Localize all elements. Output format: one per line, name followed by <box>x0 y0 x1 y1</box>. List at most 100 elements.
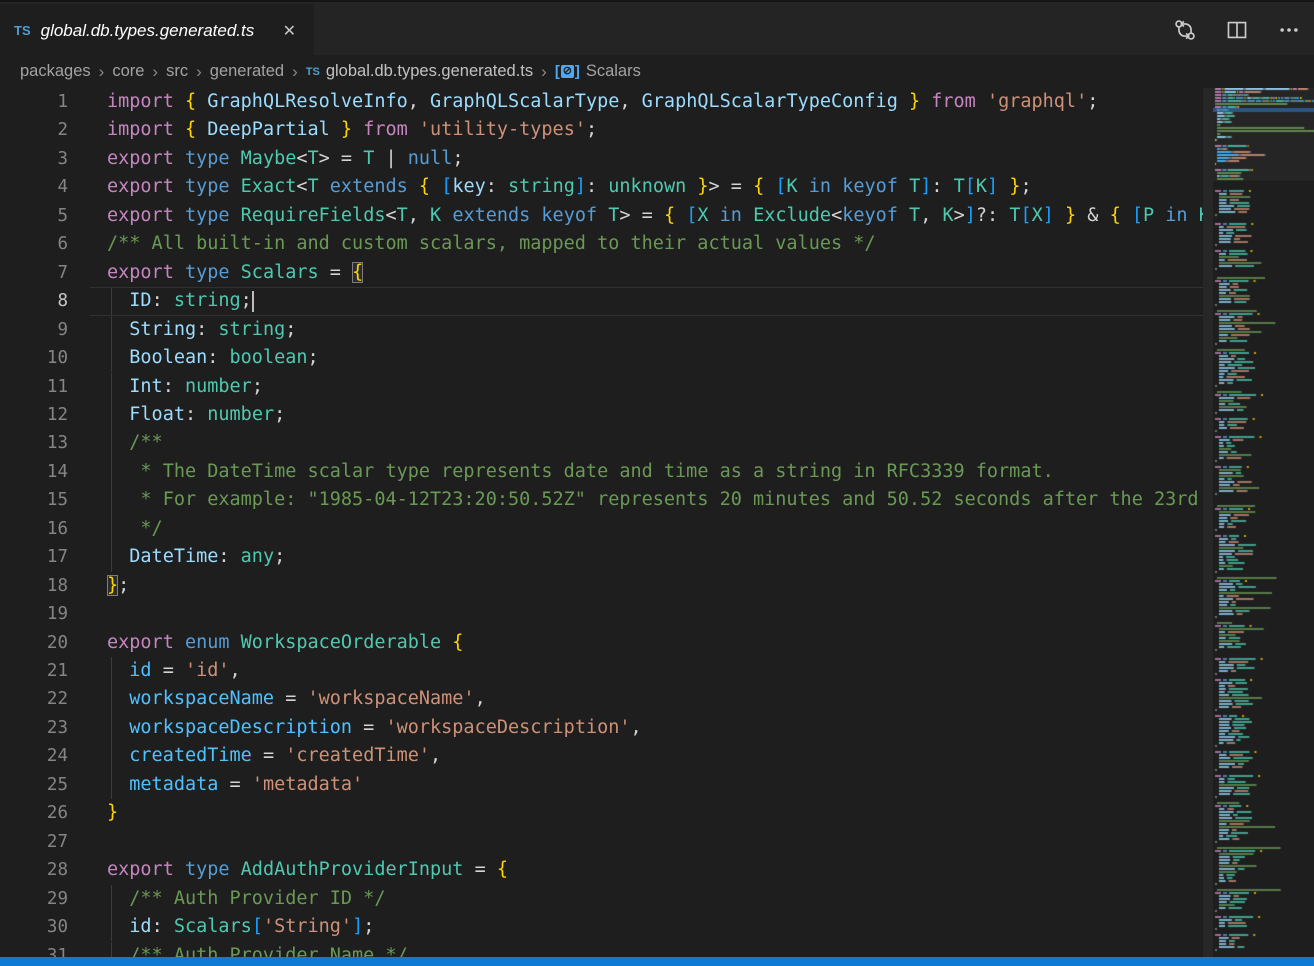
code-line-7[interactable]: export type Scalars = { <box>107 259 363 287</box>
token-enm: workspaceName <box>129 688 274 709</box>
token-typ: string <box>174 290 241 311</box>
more-actions-icon[interactable] <box>1278 19 1300 41</box>
editor-tab-global-db-types[interactable]: TS global.db.types.generated.ts ✕ <box>0 4 314 57</box>
token-var: id <box>129 916 151 937</box>
token-pun: : <box>486 176 508 197</box>
token-kw: import <box>107 91 174 112</box>
code-line-11[interactable]: Int: number; <box>107 373 263 401</box>
token-pun: , <box>230 660 241 681</box>
token-typ: K <box>942 205 953 226</box>
breadcrumb-item-packages[interactable]: packages <box>20 62 91 81</box>
code-line-26[interactable]: } <box>107 799 118 827</box>
code-line-10[interactable]: Boolean: boolean; <box>107 344 319 372</box>
code-area[interactable]: import { GraphQLResolveInfo, GraphQLScal… <box>0 88 1203 957</box>
token-var: GraphQLResolveInfo <box>207 91 407 112</box>
token-pun: < <box>385 205 396 226</box>
minimap[interactable] <box>1213 88 1314 957</box>
token-pun <box>107 461 129 482</box>
token-pun: ; <box>452 148 463 169</box>
token-b1: } <box>697 176 708 197</box>
code-line-15[interactable]: * For example: "1985-04-12T23:20:50.52Z"… <box>107 486 1203 514</box>
code-line-3[interactable]: export type Maybe<T> = T | null; <box>107 145 463 173</box>
token-typ: X <box>1032 205 1043 226</box>
token-pun <box>686 176 697 197</box>
token-pun <box>174 262 185 283</box>
typescript-file-icon: TS <box>14 23 31 38</box>
token-pun: ?: <box>976 205 1009 226</box>
token-pun <box>174 148 185 169</box>
code-line-25[interactable]: metadata = 'metadata' <box>107 771 363 799</box>
tab-title: global.db.types.generated.ts <box>41 21 255 41</box>
token-pun <box>174 205 185 226</box>
token-pun <box>430 176 441 197</box>
code-line-30[interactable]: id: Scalars['String']; <box>107 913 374 941</box>
code-line-13[interactable]: /** <box>107 429 163 457</box>
breadcrumb-item-generated[interactable]: generated <box>210 62 284 81</box>
token-pun <box>530 205 541 226</box>
code-line-28[interactable]: export type AddAuthProviderInput = { <box>107 856 508 884</box>
breadcrumb-separator: › <box>152 62 158 82</box>
horizontal-scrollbar[interactable] <box>0 957 1314 966</box>
token-pun: , <box>631 717 642 738</box>
token-pun: ; <box>274 404 285 425</box>
close-tab-icon[interactable]: ✕ <box>279 19 300 43</box>
token-b1: { <box>185 91 196 112</box>
token-str: 'String' <box>263 916 352 937</box>
code-line-18[interactable]: }; <box>107 572 129 600</box>
token-typ: T <box>308 148 319 169</box>
code-line-1[interactable]: import { GraphQLResolveInfo, GraphQLScal… <box>107 88 1098 116</box>
token-pun: < <box>296 148 307 169</box>
token-typ: number <box>207 404 274 425</box>
open-changes-icon[interactable] <box>1174 19 1196 41</box>
token-pun: : <box>185 404 207 425</box>
split-editor-icon[interactable] <box>1226 19 1248 41</box>
token-pun: > = <box>319 148 364 169</box>
breadcrumb-item-core[interactable]: core <box>112 62 144 81</box>
vertical-scrollbar[interactable] <box>1203 88 1213 957</box>
token-typ: Scalars <box>241 262 319 283</box>
code-line-24[interactable]: createdTime = 'createdTime', <box>107 742 441 770</box>
token-pun: = <box>274 688 307 709</box>
token-typ: P <box>1143 205 1154 226</box>
token-ctl: in <box>809 176 831 197</box>
token-typ: Exclude <box>753 205 831 226</box>
token-pun: < <box>831 205 842 226</box>
token-pun: > = <box>619 205 664 226</box>
token-pun <box>408 119 419 140</box>
code-line-29[interactable]: /** Auth Provider ID */ <box>107 885 385 913</box>
code-line-6[interactable]: /** All built-in and custom scalars, map… <box>107 230 876 258</box>
token-kw: from <box>363 119 408 140</box>
breadcrumb-item-src[interactable]: src <box>166 62 188 81</box>
code-line-23[interactable]: workspaceDescription = 'workspaceDescrip… <box>107 714 642 742</box>
token-b2: ] <box>920 176 931 197</box>
code-line-20[interactable]: export enum WorkspaceOrderable { <box>107 629 463 657</box>
token-pun: : <box>152 916 174 937</box>
token-pun <box>319 176 330 197</box>
token-pun: , <box>430 745 441 766</box>
code-line-31[interactable]: /** Auth Provider Name */ <box>107 942 408 958</box>
token-var: Boolean <box>129 347 207 368</box>
token-typ: K <box>430 205 441 226</box>
code-line-17[interactable]: DateTime: any; <box>107 543 285 571</box>
code-line-2[interactable]: import { DeepPartial } from 'utility-typ… <box>107 116 597 144</box>
token-com: /** All built-in and custom scalars, map… <box>107 233 876 254</box>
token-pun: = <box>463 859 496 880</box>
code-line-8[interactable]: ID: string; <box>107 287 254 315</box>
code-line-5[interactable]: export type RequireFields<T, K extends k… <box>107 202 1203 230</box>
code-line-21[interactable]: id = 'id', <box>107 657 241 685</box>
breadcrumb-item-scalars[interactable]: [⊘]Scalars <box>555 62 641 81</box>
code-line-14[interactable]: * The DateTime scalar type represents da… <box>107 458 1054 486</box>
token-typ: unknown <box>608 176 686 197</box>
token-ctl: type <box>185 262 230 283</box>
code-line-22[interactable]: workspaceName = 'workspaceName', <box>107 685 486 713</box>
token-b1m: } <box>107 575 118 596</box>
code-editor[interactable]: 1234567891011121314151617181920212223242… <box>0 88 1314 957</box>
breadcrumb-separator: › <box>541 62 547 82</box>
code-line-16[interactable]: */ <box>107 515 163 543</box>
code-line-4[interactable]: export type Exact<T extends { [key: stri… <box>107 173 1032 201</box>
code-line-9[interactable]: String: string; <box>107 316 296 344</box>
token-typ: any <box>241 546 274 567</box>
code-line-12[interactable]: Float: number; <box>107 401 285 429</box>
token-pun <box>196 119 207 140</box>
breadcrumb-item-global-db-types-generated-ts[interactable]: TSglobal.db.types.generated.ts <box>306 62 533 81</box>
